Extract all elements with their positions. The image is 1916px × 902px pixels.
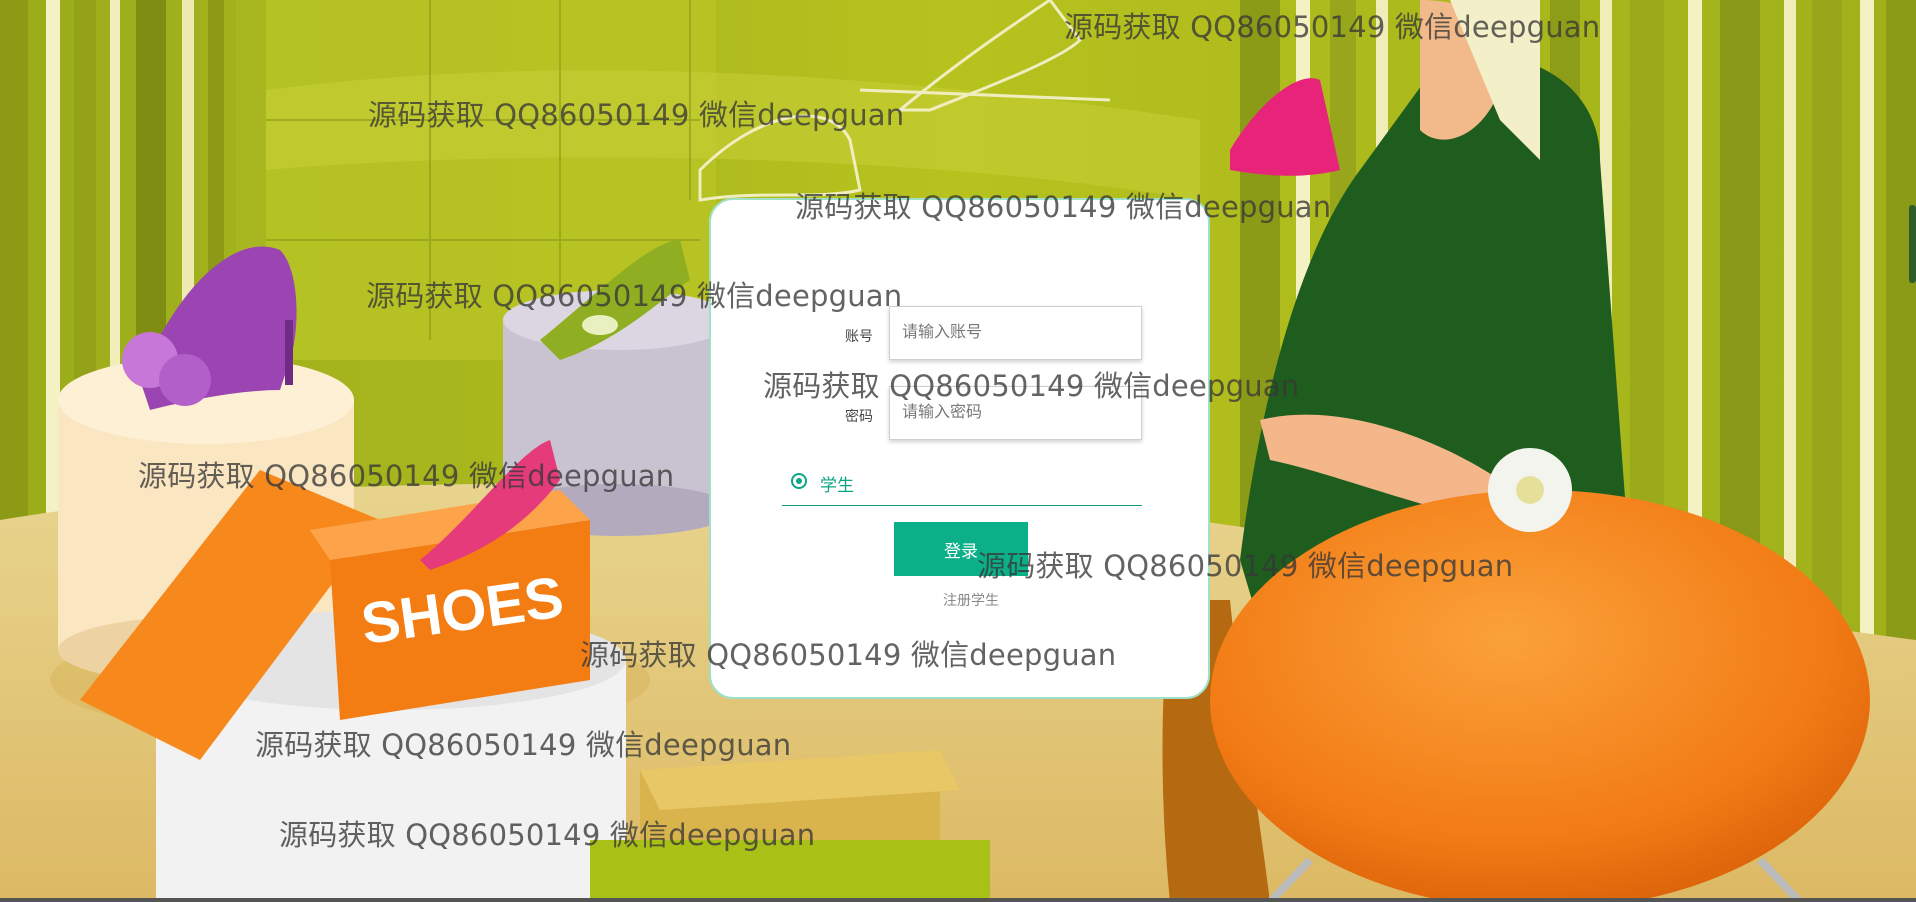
login-card: 账号 密码 学生 登录 注册学生 <box>709 198 1210 699</box>
role-select-row[interactable]: 学生 <box>782 463 1142 506</box>
login-button[interactable]: 登录 <box>894 522 1028 576</box>
account-label: 账号 <box>845 328 873 344</box>
bottom-edge-bar <box>0 898 1916 902</box>
role-option-student[interactable]: 学生 <box>820 471 854 496</box>
password-input[interactable] <box>889 386 1142 440</box>
scrollbar-thumb[interactable] <box>1909 205 1916 283</box>
role-radio-selected-icon[interactable] <box>791 473 807 489</box>
register-student-link[interactable]: 注册学生 <box>943 590 999 610</box>
account-input[interactable] <box>889 306 1142 360</box>
orange-ottoman <box>1210 490 1870 902</box>
password-label: 密码 <box>845 408 873 424</box>
